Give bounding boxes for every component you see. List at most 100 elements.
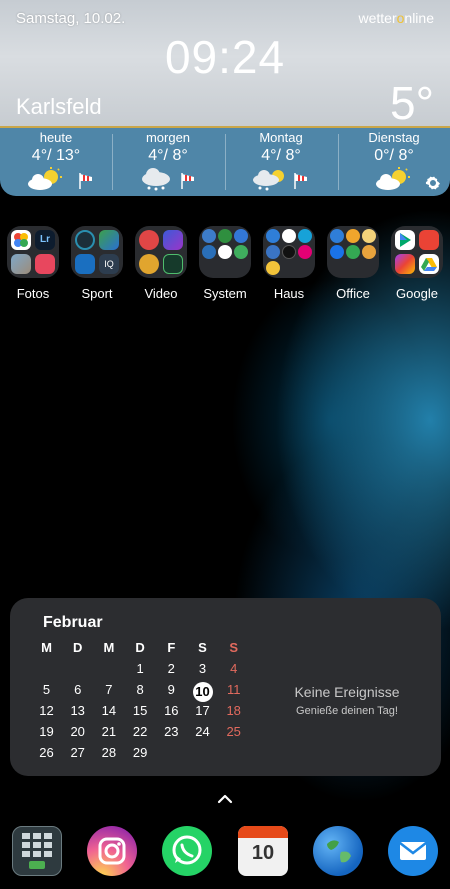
forecast-day-name: Dienstag bbox=[368, 130, 420, 145]
calendar-day[interactable]: 12 bbox=[31, 703, 62, 718]
folder-google[interactable] bbox=[391, 226, 443, 278]
calendar-weekday: M bbox=[103, 640, 115, 655]
home-app-icon bbox=[282, 229, 296, 243]
system-app-icon bbox=[202, 245, 216, 259]
wind-sock-icon bbox=[294, 173, 307, 189]
calendar-day-today[interactable]: 10 bbox=[187, 682, 218, 702]
calendar-day[interactable]: 11 bbox=[218, 682, 249, 697]
folder-system[interactable] bbox=[199, 226, 251, 278]
weather-widget[interactable]: Samstag, 10.02. wetteronline 09:24 Karls… bbox=[0, 0, 450, 196]
instagram-icon[interactable] bbox=[87, 826, 137, 876]
lightroom-icon: Lr bbox=[35, 230, 55, 250]
calendar-icon[interactable]: 10 bbox=[238, 826, 288, 876]
office-app-icon bbox=[346, 229, 360, 243]
system-app-icon bbox=[234, 245, 248, 259]
connect-app-icon bbox=[75, 254, 95, 274]
calendar-day[interactable]: 1 bbox=[125, 661, 156, 676]
calendar-day[interactable]: 18 bbox=[218, 703, 249, 718]
calendar-day[interactable]: 24 bbox=[187, 724, 218, 739]
folder-label: Fotos bbox=[16, 286, 50, 301]
inshot-icon bbox=[35, 254, 55, 274]
system-app-icon bbox=[218, 245, 232, 259]
calendar-icon-day: 10 bbox=[251, 842, 275, 864]
calendar-day[interactable]: 26 bbox=[31, 745, 62, 760]
folder-video[interactable] bbox=[135, 226, 187, 278]
calendar-weekday: D bbox=[135, 640, 145, 655]
folder-label: Video bbox=[144, 286, 178, 301]
office-app-icon bbox=[330, 245, 344, 259]
mail-icon[interactable] bbox=[388, 826, 438, 876]
calendar-day[interactable]: 5 bbox=[31, 682, 62, 697]
folder-fotos[interactable]: Lr bbox=[7, 226, 59, 278]
wind-sock-icon bbox=[79, 173, 92, 189]
office-app-icon bbox=[362, 229, 376, 243]
calendar-day[interactable]: 28 bbox=[93, 745, 124, 760]
calendar-day[interactable]: 16 bbox=[156, 703, 187, 718]
calendar-day[interactable]: 8 bbox=[125, 682, 156, 697]
calendar-day[interactable]: 3 bbox=[187, 661, 218, 676]
forecast-day-range: 4°/ 8° bbox=[148, 147, 188, 164]
calendar-day[interactable]: 14 bbox=[93, 703, 124, 718]
calendar-day[interactable]: 9 bbox=[156, 682, 187, 697]
home-app-icon bbox=[266, 261, 280, 275]
home-app-icon bbox=[266, 245, 280, 259]
folder-sport[interactable]: IQ bbox=[71, 226, 123, 278]
office-app-icon bbox=[362, 245, 376, 259]
calendar-day[interactable]: 2 bbox=[156, 661, 187, 676]
forecast-day-name: morgen bbox=[145, 130, 191, 145]
folder-label: Sport bbox=[81, 286, 113, 301]
current-temperature: 5° bbox=[390, 77, 434, 129]
gear-icon[interactable] bbox=[424, 174, 442, 192]
no-events-label: Keine Ereignisse bbox=[294, 684, 400, 700]
calendar-day[interactable]: 27 bbox=[62, 745, 93, 760]
home-app-icon bbox=[298, 229, 312, 243]
iq-app-icon: IQ bbox=[99, 254, 119, 274]
weather-brand-logo[interactable]: wetteronline bbox=[358, 10, 434, 26]
calendar-icon-header bbox=[238, 826, 288, 838]
gallery-icon bbox=[11, 254, 31, 274]
forecast-day-name: heute bbox=[39, 130, 73, 145]
globe-icon[interactable] bbox=[313, 826, 363, 876]
office-app-icon bbox=[330, 229, 344, 243]
calendar-day[interactable]: 15 bbox=[125, 703, 156, 718]
forecast-day: Montag 4°/ 8° bbox=[225, 130, 337, 191]
calendar-day[interactable]: 7 bbox=[93, 682, 124, 697]
calendar-day[interactable]: 23 bbox=[156, 724, 187, 739]
folder-label: System bbox=[203, 286, 247, 301]
folder-office[interactable] bbox=[327, 226, 379, 278]
folder-label: Google bbox=[396, 286, 438, 301]
calendar-day[interactable]: 25 bbox=[218, 724, 249, 739]
calendar-day[interactable]: 13 bbox=[62, 703, 93, 718]
no-events-sublabel: Genieße deinen Tag! bbox=[296, 705, 398, 717]
calendar-day[interactable]: 20 bbox=[62, 724, 93, 739]
shopping-icon bbox=[419, 230, 439, 250]
folder-haus[interactable] bbox=[263, 226, 315, 278]
sun-cloud-icon bbox=[28, 167, 62, 190]
calendar-weekday: D bbox=[72, 640, 83, 655]
whatsapp-icon[interactable] bbox=[162, 826, 212, 876]
home-app-icon bbox=[282, 245, 296, 259]
media-app-icon bbox=[163, 230, 183, 250]
calendar-day[interactable]: 29 bbox=[125, 745, 156, 760]
calendar-day[interactable]: 22 bbox=[125, 724, 156, 739]
calendar-day[interactable]: 4 bbox=[218, 661, 249, 676]
clock-time[interactable]: 09:24 bbox=[0, 30, 450, 84]
forecast-day-range: 4°/ 13° bbox=[31, 147, 81, 164]
calendar-widget[interactable]: Februar M D M D F S S 1 2 3 4 5 6 7 8 9 10 11 12 13 14 15 16 17… bbox=[10, 598, 441, 776]
calendar-month: Februar bbox=[43, 614, 103, 631]
forecast-day: heute 4°/ 13° bbox=[0, 130, 112, 191]
forecast-day: morgen 4°/ 8° bbox=[112, 130, 224, 191]
calendar-day[interactable]: 19 bbox=[31, 724, 62, 739]
calendar-weekday: F bbox=[167, 640, 176, 655]
phone-dialer-icon[interactable] bbox=[12, 826, 62, 876]
forecast-day-range: 0°/ 8° bbox=[374, 147, 414, 164]
map-app-icon bbox=[99, 230, 119, 250]
calendar-day[interactable]: 6 bbox=[62, 682, 93, 697]
calendar-day[interactable]: 21 bbox=[93, 724, 124, 739]
weather-city: Karlsfeld bbox=[16, 94, 102, 119]
app-drawer-chevron-icon[interactable] bbox=[215, 790, 235, 808]
forecast-day-range: 4°/ 8° bbox=[261, 147, 301, 164]
folder-label: Haus bbox=[273, 286, 305, 301]
google-photos-icon bbox=[11, 230, 31, 250]
calendar-day[interactable]: 17 bbox=[187, 703, 218, 718]
